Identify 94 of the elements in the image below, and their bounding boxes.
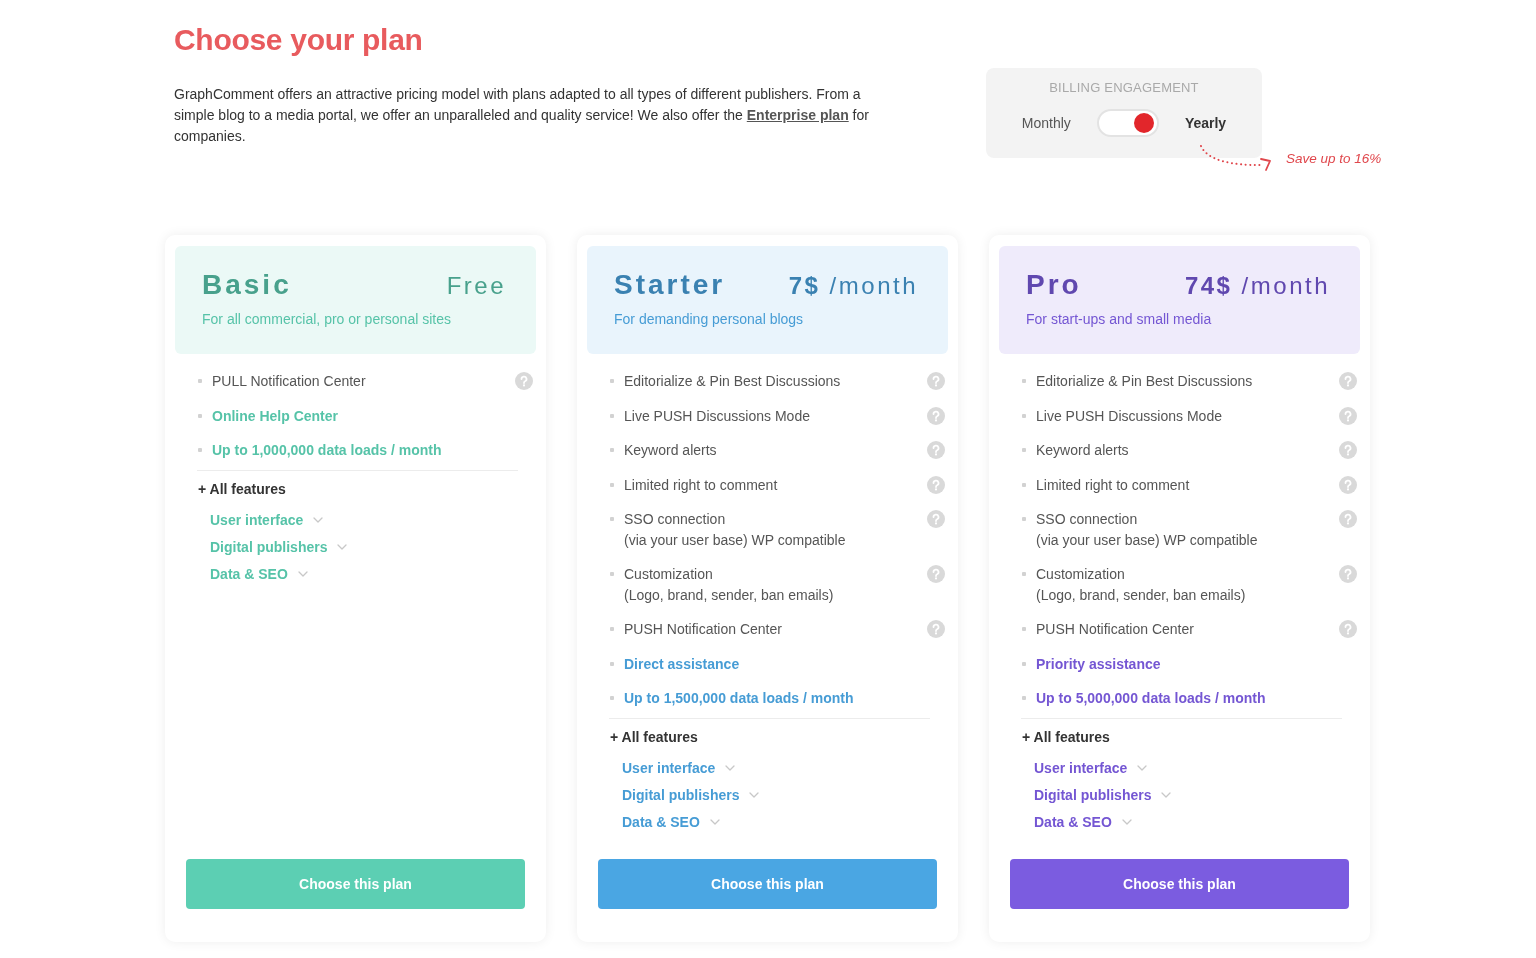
feature-group-toggle[interactable]: Digital publishers: [622, 781, 760, 809]
feature-text: Keyword alerts: [1036, 441, 1129, 460]
feature-group-toggle[interactable]: Digital publishers: [1034, 781, 1172, 809]
feature-text: PULL Notification Center: [212, 372, 366, 391]
feature-text: Up to 1,500,000 data loads / month: [624, 689, 854, 708]
feature-text: Editorialize & Pin Best Discussions: [1036, 372, 1253, 391]
bullet-icon: [610, 379, 614, 383]
feature-text: Limited right to comment: [1036, 475, 1190, 495]
help-icon[interactable]: [1339, 441, 1357, 459]
feature-text: Limited right to comment: [624, 475, 778, 495]
plan-name: Pro: [1026, 268, 1082, 302]
bullet-icon: [1022, 627, 1026, 631]
plan-price: 7$ /month: [788, 271, 918, 301]
help-icon[interactable]: [927, 372, 945, 390]
billing-toggle[interactable]: [1096, 109, 1159, 137]
help-icon[interactable]: [515, 372, 533, 390]
feature-group-toggle[interactable]: Data & SEO: [622, 808, 720, 836]
bullet-icon: [1022, 696, 1026, 700]
feature-text: Direct assistance: [624, 654, 740, 674]
bullet-icon: [1022, 517, 1026, 521]
bullet-icon: [610, 696, 614, 700]
feature-group-toggle[interactable]: User interface: [622, 754, 736, 782]
help-icon[interactable]: [1339, 475, 1357, 494]
bullet-icon: [610, 448, 614, 452]
feature-group-toggle[interactable]: Data & SEO: [1034, 808, 1132, 836]
help-icon[interactable]: [927, 406, 945, 425]
choose-plan-button[interactable]: Choose this plan: [1010, 859, 1349, 909]
help-icon[interactable]: [927, 441, 945, 459]
bullet-icon: [1022, 572, 1026, 576]
bullet-icon: [198, 413, 202, 418]
dotted-arrow-icon: [1198, 144, 1274, 172]
bullet-icon: [610, 413, 614, 418]
feature-group-toggle[interactable]: Digital publishers: [210, 533, 348, 561]
billing-option[interactable]: Yearly: [1184, 115, 1227, 131]
save-note: Save up to 16%: [1286, 150, 1382, 168]
bullet-icon: [1022, 448, 1026, 452]
feature-text: Up to 1,000,000 data loads / month: [212, 441, 442, 460]
feature-group-toggle[interactable]: Data & SEO: [210, 560, 308, 588]
choose-plan-button[interactable]: Choose this plan: [186, 859, 525, 909]
choose-plan-button[interactable]: Choose this plan: [598, 859, 937, 909]
help-icon[interactable]: [1339, 565, 1357, 583]
help-icon[interactable]: [927, 475, 945, 494]
feature-text: PUSH Notification Center: [1036, 620, 1194, 639]
bullet-icon: [610, 661, 614, 666]
help-icon[interactable]: [927, 510, 945, 528]
bullet-icon: [610, 482, 614, 487]
feature-text: Customization: [1036, 565, 1125, 584]
help-icon[interactable]: [927, 620, 945, 638]
plan-price: Free: [446, 271, 506, 301]
help-icon[interactable]: [1339, 510, 1357, 528]
enterprise-link[interactable]: Enterprise plan: [746, 107, 849, 123]
bullet-icon: [1022, 379, 1026, 383]
feature-group-toggle[interactable]: User interface: [1034, 754, 1148, 782]
page-title: Choose your plan: [174, 22, 423, 58]
feature-detail: (via your user base) WP compatible: [624, 530, 846, 550]
feature-text: PUSH Notification Center: [624, 620, 782, 639]
plan-subtitle: For all commercial, pro or personal sites: [202, 310, 452, 329]
plan-name: Starter: [614, 268, 726, 302]
feature-text: Keyword alerts: [624, 441, 717, 460]
help-icon[interactable]: [927, 565, 945, 583]
billing-option[interactable]: Monthly: [1021, 115, 1071, 131]
feature-text: Online Help Center: [212, 406, 339, 426]
feature-detail: (via your user base) WP compatible: [1036, 530, 1258, 550]
feature-text: Priority assistance: [1036, 654, 1161, 674]
plan-price: 74$ /month: [1184, 271, 1330, 301]
bullet-icon: [610, 627, 614, 631]
feature-text: Live PUSH Discussions Mode: [1036, 406, 1222, 426]
help-icon[interactable]: [1339, 372, 1357, 390]
bullet-icon: [1022, 413, 1026, 418]
bullet-icon: [610, 517, 614, 521]
feature-text: SSO connection: [624, 510, 726, 529]
billing-title: BILLING ENGAGEMENT: [1048, 80, 1200, 96]
all-features-label: + All features: [198, 479, 286, 499]
feature-group-toggle[interactable]: User interface: [210, 506, 324, 534]
feature-text: SSO connection: [1036, 510, 1138, 529]
bullet-icon: [1022, 661, 1026, 666]
bullet-icon: [198, 379, 202, 383]
feature-detail: (Logo, brand, sender, ban emails): [624, 585, 834, 605]
bullet-icon: [1022, 482, 1026, 487]
feature-text: Live PUSH Discussions Mode: [624, 406, 810, 426]
feature-text: Editorialize & Pin Best Discussions: [624, 372, 841, 391]
plan-subtitle: For demanding personal blogs: [614, 310, 805, 329]
help-icon[interactable]: [1339, 620, 1357, 638]
plan-name: Basic: [202, 268, 292, 302]
all-features-label: + All features: [1022, 727, 1110, 747]
feature-text: Up to 5,000,000 data loads / month: [1036, 689, 1266, 708]
intro-text: GraphComment offers an attractive pricing model with plans adapted to all types of different publishers. From a simple blog to a media portal, we offer an unparalleled and quality service! We also offer the Enterprise plan for companies.: [174, 85, 870, 146]
feature-detail: (Logo, brand, sender, ban emails): [1036, 585, 1246, 605]
plan-subtitle: For start-ups and small media: [1026, 310, 1213, 329]
feature-text: Customization: [624, 565, 713, 584]
help-icon[interactable]: [1339, 406, 1357, 425]
bullet-icon: [610, 572, 614, 576]
all-features-label: + All features: [610, 727, 698, 747]
bullet-icon: [198, 448, 202, 452]
